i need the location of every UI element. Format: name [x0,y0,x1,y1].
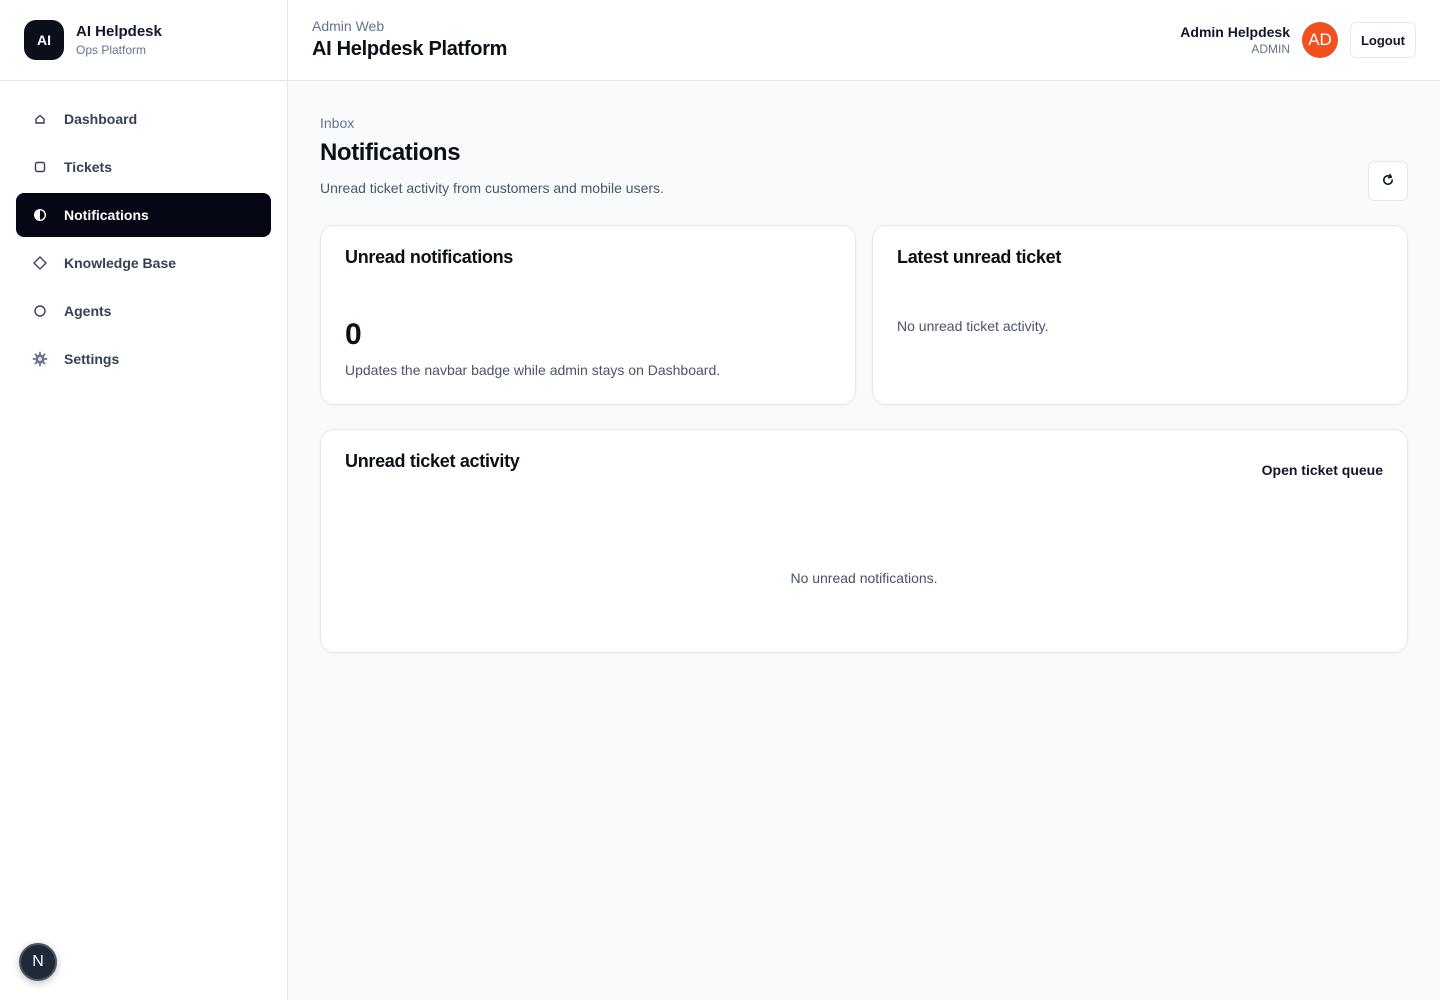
latest-unread-ticket-card: Latest unread ticket No unread ticket ac… [872,225,1408,405]
half-circle-icon [32,207,48,223]
sidebar-item-label: Notifications [64,207,149,223]
header-eyebrow: Admin Web [312,18,385,34]
next-devtools-button[interactable]: N [19,943,57,981]
user-info: Admin Helpdesk ADMIN [1180,23,1290,57]
empty-state-text: No unread notifications. [790,570,938,586]
sidebar-item-tickets[interactable]: Tickets [16,145,271,189]
square-icon [32,159,48,175]
home-icon [32,111,48,127]
sidebar-item-label: Agents [64,303,112,319]
top-header: Admin Web AI Helpdesk Platform Admin Hel… [288,0,1440,81]
card-title: Unread ticket activity [345,451,520,471]
brand-logo[interactable]: AI [24,20,64,60]
sidebar-item-notifications[interactable]: Notifications [16,193,271,237]
card-title: Latest unread ticket [897,247,1062,267]
empty-state-text: No unread ticket activity. [897,318,1049,334]
header-title: AI Helpdesk Platform [312,38,508,60]
unread-ticket-activity-card: Unread ticket activity Open ticket queue… [320,429,1408,653]
brand-subtitle: Ops Platform [76,42,147,57]
circle-icon [32,303,48,319]
card-title: Unread notifications [345,247,514,267]
sidebar-item-agents[interactable]: Agents [16,289,271,333]
sidebar-item-label: Settings [64,351,120,367]
sidebar-item-label: Dashboard [64,111,138,127]
main-content: Inbox Notifications Unread ticket activi… [288,81,1440,1000]
logout-button[interactable]: Logout [1350,22,1416,58]
page-eyebrow: Inbox [320,115,355,131]
sidebar: AI AI Helpdesk Ops Platform Dashboard Ti… [0,0,288,1000]
sidebar-item-settings[interactable]: Settings [16,337,271,381]
sidebar-nav: Dashboard Tickets Notifications Knowledg… [0,81,287,401]
sidebar-item-label: Tickets [64,159,112,175]
sidebar-item-dashboard[interactable]: Dashboard [16,97,271,141]
page-title: Notifications [320,139,461,166]
unread-notifications-card: Unread notifications 0 Updates the navba… [320,225,856,405]
gear-icon [32,351,48,367]
user-name: Admin Helpdesk [1180,24,1290,40]
sidebar-item-knowledge-base[interactable]: Knowledge Base [16,241,271,285]
refresh-icon [1381,173,1395,190]
user-role: ADMIN [1251,42,1290,56]
avatar[interactable]: AD [1302,22,1338,58]
sidebar-item-label: Knowledge Base [64,255,177,271]
refresh-button[interactable] [1368,161,1408,201]
page-description: Unread ticket activity from customers an… [320,180,664,196]
diamond-icon [32,255,48,271]
brand-text: AI Helpdesk Ops Platform [76,23,162,58]
card-note: Updates the navbar badge while admin sta… [345,362,721,378]
unread-count: 0 [345,318,362,351]
brand: AI AI Helpdesk Ops Platform [0,0,287,81]
brand-name: AI Helpdesk [76,22,162,40]
open-ticket-queue-link[interactable]: Open ticket queue [1262,462,1383,478]
